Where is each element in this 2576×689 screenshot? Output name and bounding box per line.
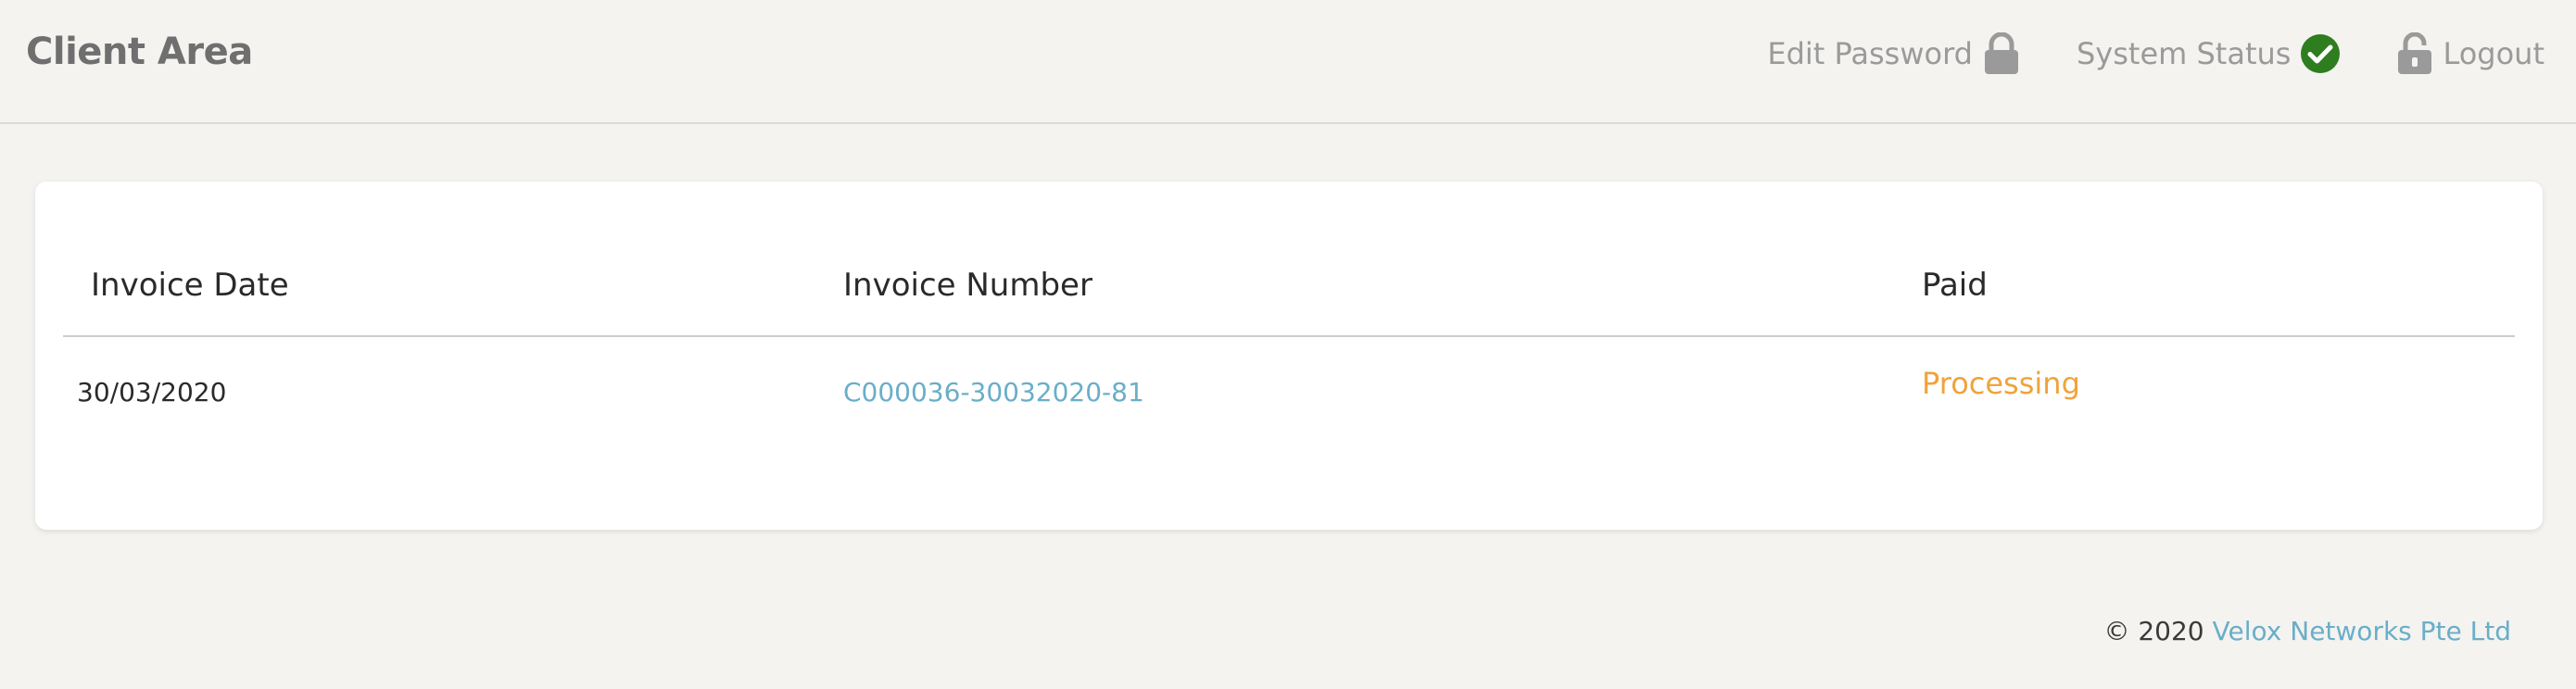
column-header-invoice-date: Invoice Date <box>91 267 289 304</box>
user-nav: Edit Password System Status Logout <box>1767 30 2544 78</box>
footer: © 2020 Velox Networks Pte Ltd <box>2103 613 2511 650</box>
logout-link[interactable]: Logout <box>2396 30 2544 78</box>
payment-status-badge: Processing <box>1922 366 2080 401</box>
top-navbar: Client Area Edit Password System Status <box>0 0 2576 124</box>
edit-password-link[interactable]: Edit Password <box>1767 30 2021 78</box>
column-header-invoice-number: Invoice Number <box>843 267 1092 304</box>
table-row: 30/03/2020 C000036-30032020-81 Processin… <box>63 337 2515 420</box>
page-title: Client Area <box>26 31 253 73</box>
company-link[interactable]: Velox Networks Pte Ltd <box>2213 616 2511 646</box>
invoice-date-cell: 30/03/2020 <box>77 377 227 407</box>
lock-icon <box>1982 32 2021 75</box>
invoices-table: Invoice Date Invoice Number Paid 30/03/2… <box>63 237 2515 420</box>
unlock-icon <box>2396 32 2433 75</box>
table-header: Invoice Date Invoice Number Paid <box>63 237 2515 337</box>
system-status-label: System Status <box>2076 36 2292 71</box>
invoices-card: Invoice Date Invoice Number Paid 30/03/2… <box>35 182 2543 530</box>
edit-password-label: Edit Password <box>1767 36 1973 71</box>
check-circle-icon <box>2300 33 2341 74</box>
invoice-number-link[interactable]: C000036-30032020-81 <box>843 374 1144 411</box>
system-status-link[interactable]: System Status <box>2077 30 2341 78</box>
copyright-text: © 2020 <box>2103 616 2204 646</box>
column-header-paid: Paid <box>1922 267 1988 304</box>
logout-label: Logout <box>2443 36 2544 71</box>
